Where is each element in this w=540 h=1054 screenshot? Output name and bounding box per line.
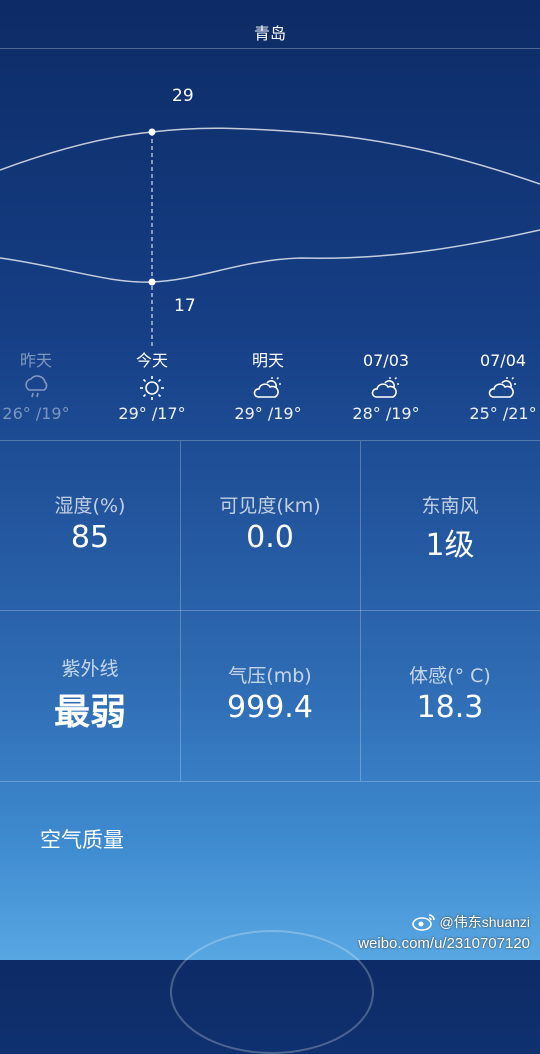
humidity-label: 湿度(%) — [54, 495, 126, 517]
sun-icon — [98, 372, 206, 404]
humidity-cell: 湿度(%) 85 — [0, 491, 180, 661]
day-name: 07/03 — [362, 351, 410, 370]
wind-label: 东南风 — [421, 495, 479, 517]
day-0704[interactable]: 07/04 25° /21° — [449, 350, 540, 423]
visibility-value: 0.0 — [246, 520, 294, 555]
pressure-label: 气压(mb) — [228, 665, 312, 687]
high-temp-line — [0, 127, 540, 185]
feels-like-cell: 体感(° C) 18.3 — [360, 661, 540, 831]
visibility-cell: 可见度(km) 0.0 — [180, 491, 360, 661]
day-name: 明天 — [251, 351, 284, 370]
visibility-label: 可见度(km) — [219, 495, 321, 517]
low-point — [148, 278, 156, 286]
rain-icon — [0, 372, 90, 404]
day-today[interactable]: 今天 29° /17° — [98, 350, 206, 423]
air-quality-title[interactable]: 空气质量 — [40, 824, 124, 854]
header-bar: 青岛 — [0, 0, 540, 49]
day-name: 07/04 — [479, 351, 527, 370]
wind-value: 1级 — [425, 528, 475, 563]
day-temps: 25° /21° — [469, 404, 537, 423]
pressure-cell: 气压(mb) 999.4 — [180, 661, 360, 831]
partly-cloudy-icon — [449, 372, 540, 404]
forecast-row: 昨天 26° /19° 今天 29° /17° 明天 29° /19° 07/0… — [0, 350, 540, 430]
high-temp-label: 29 — [172, 86, 194, 106]
day-tomorrow[interactable]: 明天 29° /19° — [214, 350, 322, 423]
uv-cell: 紫外线 最弱 — [0, 654, 180, 824]
uv-label: 紫外线 — [61, 658, 119, 680]
details-grid: 湿度(%) 85 可见度(km) 0.0 东南风 1级 紫外线 最弱 气压(mb… — [0, 440, 540, 782]
feels-like-value: 18.3 — [416, 690, 484, 725]
temperature-curve-chart — [0, 127, 540, 348]
low-temp-line — [0, 229, 540, 283]
watermark-url: weibo.com/u/2310707120 — [358, 935, 530, 952]
day-temps: 29° /17° — [118, 404, 186, 423]
uv-value: 最弱 — [53, 692, 126, 733]
pressure-value: 999.4 — [227, 690, 313, 725]
day-temps: 29° /19° — [234, 404, 302, 423]
day-0703[interactable]: 07/03 28° /19° — [332, 350, 440, 423]
low-temp-label: 17 — [174, 296, 196, 316]
day-temps: 28° /19° — [352, 404, 420, 423]
partly-cloudy-icon — [332, 372, 440, 404]
wind-cell: 东南风 1级 — [360, 491, 540, 661]
day-temps: 26° /19° — [2, 404, 70, 423]
air-quality-gauge-arc — [170, 930, 374, 1054]
city-title[interactable]: 青岛 — [0, 20, 540, 44]
weibo-logo-icon — [411, 912, 437, 935]
day-name: 今天 — [135, 351, 168, 370]
humidity-value: 85 — [70, 520, 110, 555]
day-name: 昨天 — [19, 351, 52, 370]
feels-like-label: 体感(° C) — [409, 665, 491, 687]
day-yesterday[interactable]: 昨天 26° /19° — [0, 350, 90, 423]
high-point — [148, 128, 156, 136]
watermark: @伟东shuanzi weibo.com/u/2310707120 — [358, 912, 530, 952]
partly-cloudy-icon — [214, 372, 322, 404]
watermark-handle: @伟东shuanzi — [439, 914, 530, 931]
